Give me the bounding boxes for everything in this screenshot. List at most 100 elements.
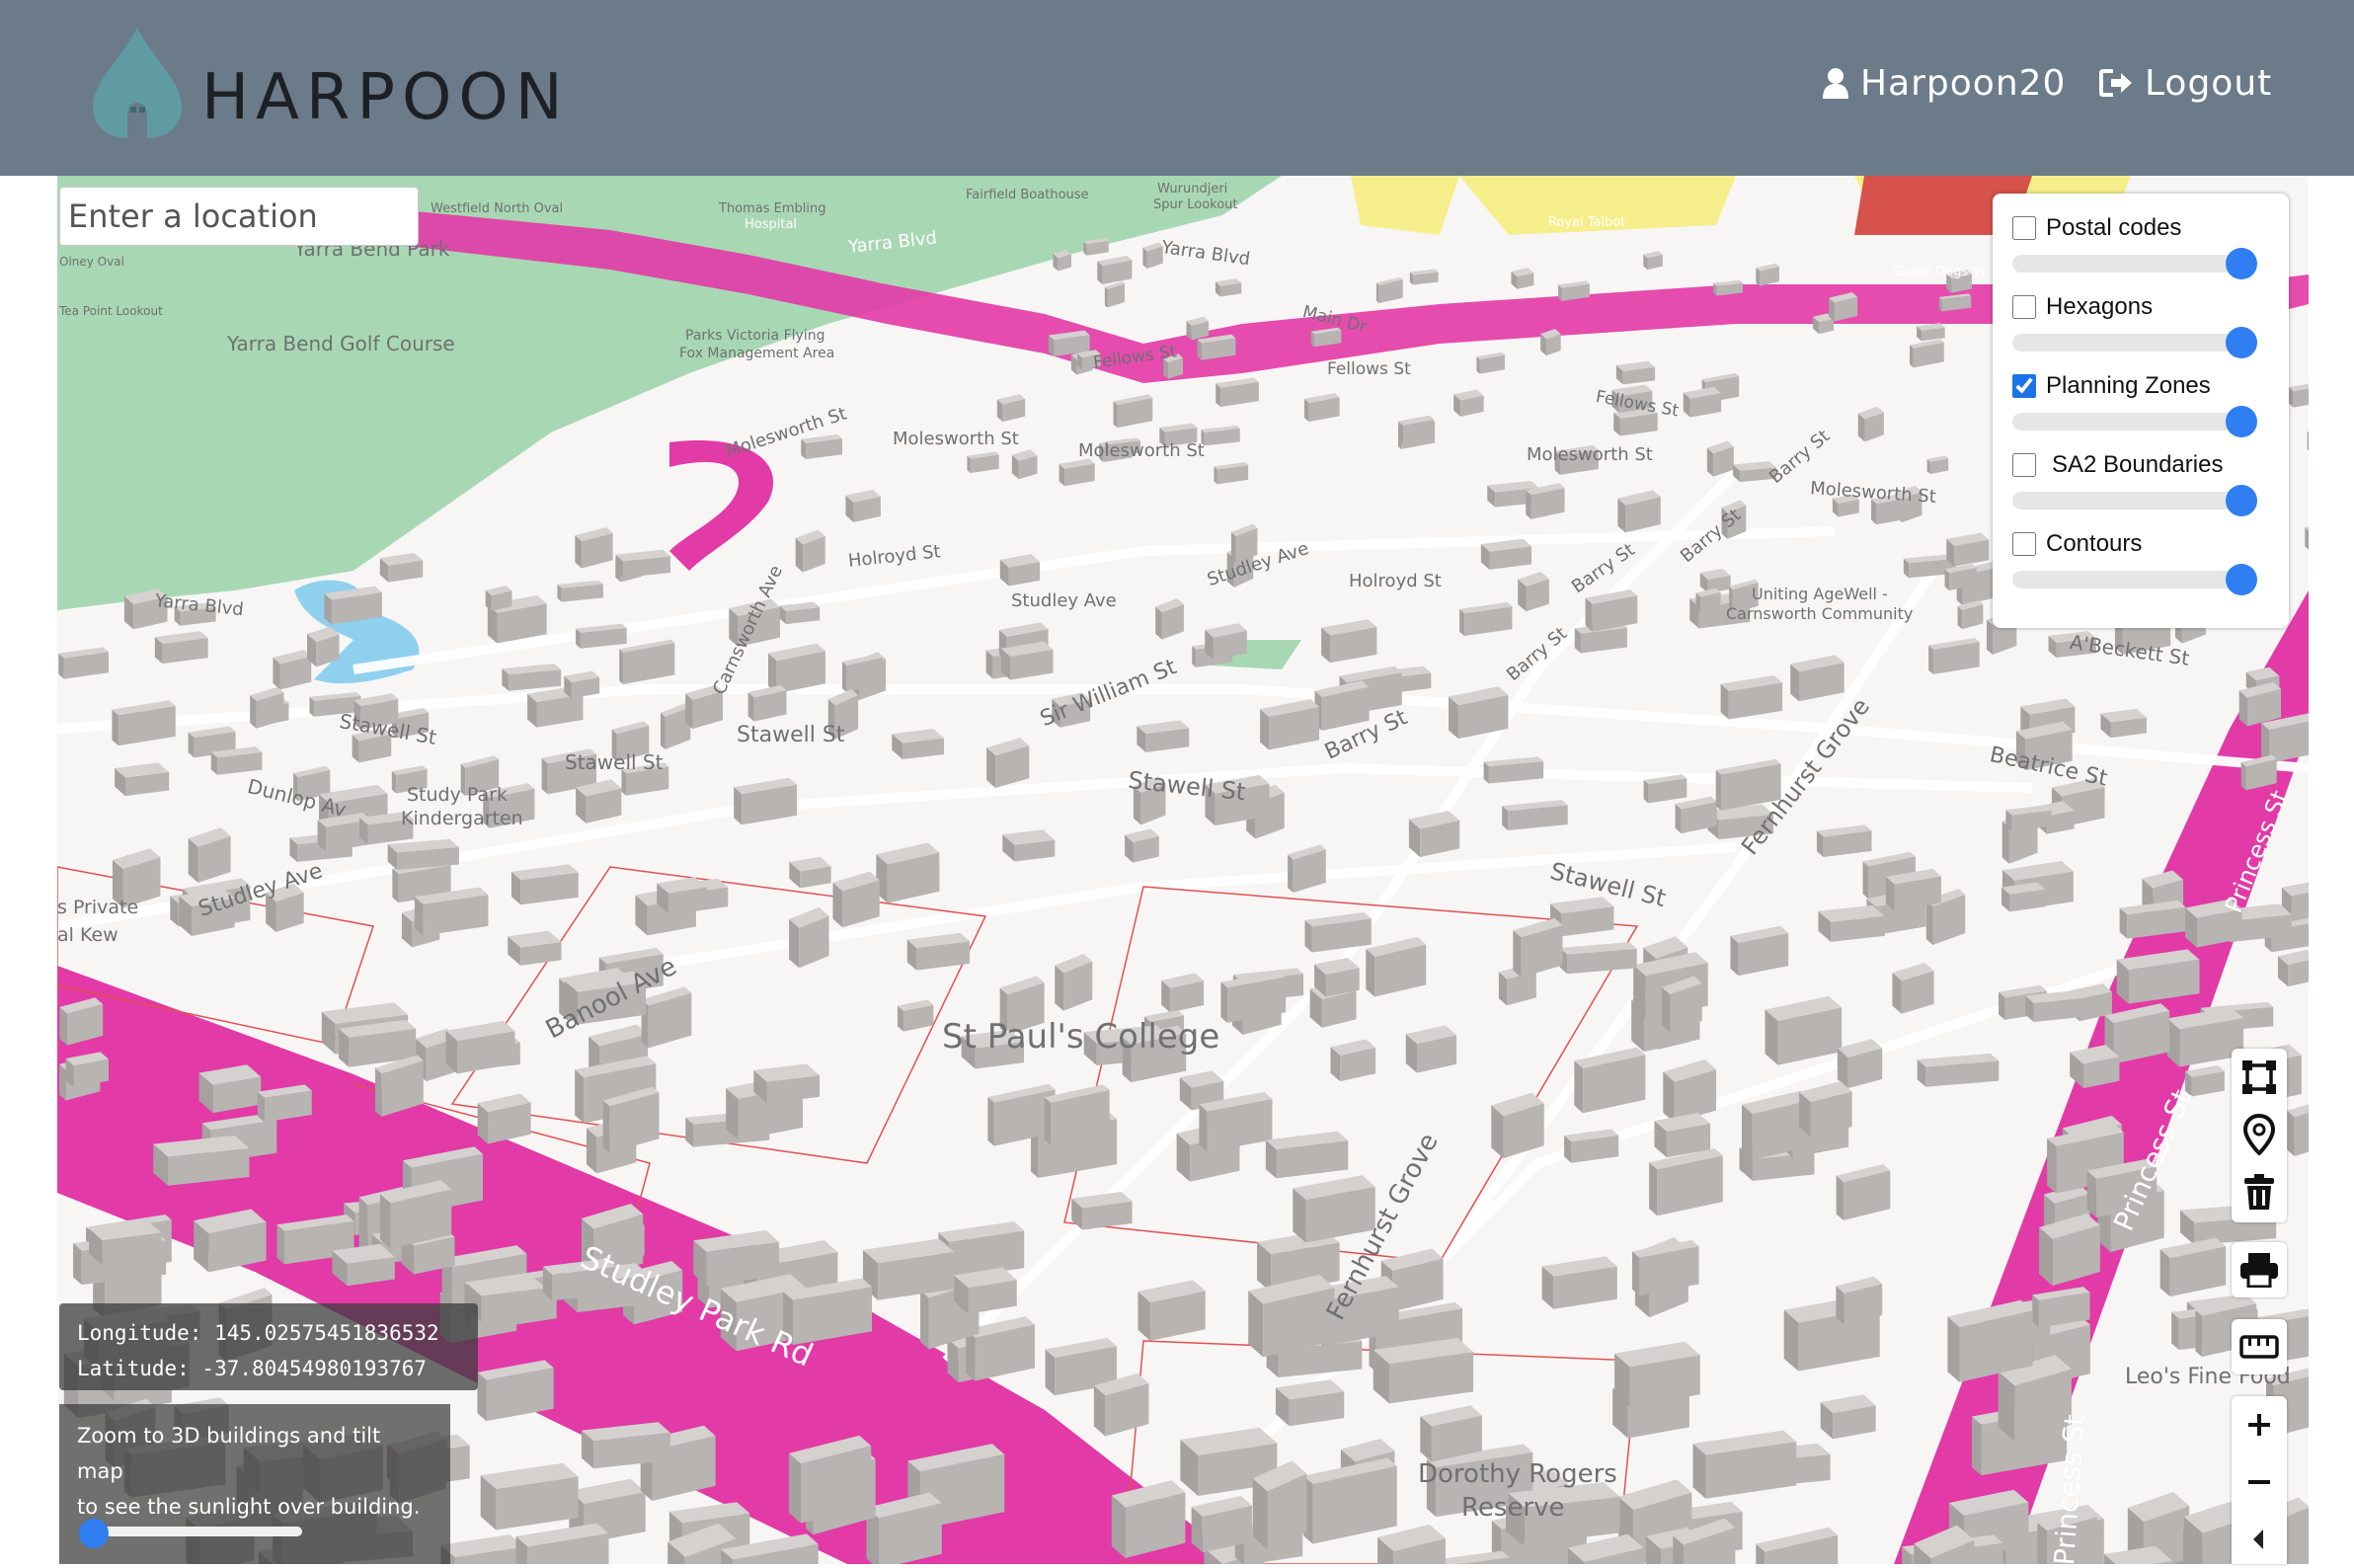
sa2-boundaries-label: SA2 Boundaries bbox=[2052, 451, 2224, 478]
building-block bbox=[576, 623, 627, 649]
building-block bbox=[154, 631, 208, 665]
building-block bbox=[1104, 280, 1125, 308]
map-label: Hospital bbox=[745, 217, 798, 232]
building-block bbox=[1574, 1047, 1646, 1114]
building-block bbox=[1643, 251, 1663, 271]
slider-thumb[interactable] bbox=[2226, 406, 2257, 437]
hexagons-opacity-slider[interactable] bbox=[2012, 327, 2257, 358]
building-block bbox=[1449, 686, 1509, 740]
planning-zones-checkbox[interactable] bbox=[2012, 374, 2036, 398]
zoom-out-button[interactable] bbox=[2232, 1453, 2287, 1511]
building-block bbox=[1909, 339, 1944, 368]
map-label: Fox Management Area bbox=[679, 346, 835, 361]
building-block bbox=[1216, 377, 1259, 407]
building-block bbox=[1011, 449, 1038, 480]
layers-panel: Postal codes Hexagons Planning Zones SA2… bbox=[1993, 194, 2289, 628]
building-block bbox=[1375, 276, 1403, 304]
ruler-icon bbox=[2239, 1335, 2279, 1359]
building-block bbox=[1617, 490, 1661, 533]
building-block bbox=[1857, 406, 1884, 442]
top-navbar: HARPOON Harpoon20 Logout bbox=[0, 0, 2354, 176]
planning-zones-opacity-slider[interactable] bbox=[2012, 406, 2257, 437]
building-block bbox=[1059, 458, 1095, 487]
measure-button[interactable] bbox=[2232, 1319, 2287, 1374]
postal-codes-opacity-slider[interactable] bbox=[2012, 248, 2257, 279]
building-block bbox=[502, 664, 562, 691]
building-block bbox=[1649, 1148, 1723, 1216]
map-label: Thomas Embling bbox=[719, 201, 826, 216]
map-label: Molesworth St bbox=[1527, 444, 1653, 465]
slider-thumb[interactable] bbox=[2226, 564, 2257, 595]
cursor-coordinates-panel: Longitude: 145.02575451836532 Latitude: … bbox=[59, 1303, 478, 1390]
building-block bbox=[88, 1220, 162, 1266]
delete-drawing-button[interactable] bbox=[2232, 1163, 2287, 1220]
building-block bbox=[1113, 394, 1153, 429]
building-block bbox=[250, 686, 284, 729]
building-block bbox=[2287, 1104, 2309, 1156]
location-search-input[interactable] bbox=[59, 187, 419, 246]
building-block bbox=[1837, 1039, 1883, 1089]
planning-zones-label: Planning Zones bbox=[2046, 372, 2211, 399]
building-block bbox=[1303, 1457, 1397, 1544]
building-block bbox=[2240, 754, 2277, 791]
building-block bbox=[1683, 386, 1722, 418]
building-block bbox=[1304, 911, 1372, 953]
slider-thumb[interactable] bbox=[2226, 327, 2257, 358]
plus-icon bbox=[2248, 1414, 2270, 1436]
building-block bbox=[1321, 619, 1377, 664]
draw-point-button[interactable] bbox=[2232, 1106, 2287, 1163]
building-block bbox=[1260, 699, 1320, 750]
postal-codes-checkbox[interactable] bbox=[2012, 216, 2036, 240]
contours-opacity-slider[interactable] bbox=[2012, 564, 2257, 595]
building-block bbox=[1957, 599, 1984, 630]
building-block bbox=[1564, 1129, 1619, 1163]
logout-link[interactable]: Logout bbox=[2099, 55, 2272, 111]
sunlight-time-slider[interactable] bbox=[93, 1527, 302, 1536]
map-label: Reserve bbox=[1461, 1493, 1565, 1523]
compass-button[interactable] bbox=[2232, 1511, 2287, 1568]
print-button[interactable] bbox=[2232, 1242, 2287, 1297]
building-block bbox=[1366, 936, 1427, 997]
brand-name: HARPOON bbox=[201, 61, 570, 134]
building-block bbox=[789, 856, 831, 889]
building-block bbox=[1480, 538, 1532, 570]
user-profile-link[interactable]: Harpoon20 bbox=[1823, 55, 2066, 111]
building-block bbox=[379, 552, 424, 583]
map-label: Yarra Bend Golf Course bbox=[227, 332, 455, 355]
draw-polygon-button[interactable] bbox=[2232, 1049, 2287, 1106]
zoom-in-button[interactable] bbox=[2232, 1396, 2287, 1453]
map-label: s Private bbox=[57, 897, 139, 918]
building-block bbox=[753, 1063, 821, 1104]
building-block bbox=[876, 842, 940, 903]
building-block bbox=[387, 838, 459, 870]
sa2-boundaries-opacity-slider[interactable] bbox=[2012, 485, 2257, 516]
map-label: Tea Point Lookout bbox=[59, 304, 163, 318]
building-block bbox=[1820, 1394, 1876, 1440]
slider-thumb[interactable] bbox=[2226, 485, 2257, 516]
building-block bbox=[508, 930, 562, 966]
map-label: Parks Victoria Flying bbox=[685, 328, 825, 344]
building-block bbox=[273, 650, 312, 690]
building-block bbox=[1730, 925, 1789, 977]
building-block bbox=[1892, 962, 1934, 1014]
building-block bbox=[440, 1534, 524, 1564]
sunlight-slider-thumb[interactable] bbox=[79, 1519, 109, 1548]
user-icon bbox=[1823, 68, 1848, 99]
building-block bbox=[2277, 949, 2309, 987]
logout-icon bbox=[2099, 69, 2132, 97]
building-block bbox=[2238, 681, 2282, 727]
building-block bbox=[1053, 249, 1071, 272]
building-block bbox=[153, 1135, 250, 1186]
harpoon-logo-icon bbox=[93, 28, 182, 138]
building-block bbox=[112, 700, 176, 746]
building-block bbox=[779, 601, 821, 625]
polygon-icon bbox=[2242, 1060, 2276, 1094]
layer-postal-codes: Postal codes bbox=[2012, 211, 2279, 279]
contours-checkbox[interactable] bbox=[2012, 532, 2036, 556]
building-block bbox=[845, 489, 881, 522]
sa2-boundaries-checkbox[interactable] bbox=[2012, 453, 2036, 477]
map-label: Stawell St bbox=[565, 750, 664, 774]
building-block bbox=[999, 554, 1041, 587]
hexagons-checkbox[interactable] bbox=[2012, 295, 2036, 319]
slider-thumb[interactable] bbox=[2226, 248, 2257, 279]
